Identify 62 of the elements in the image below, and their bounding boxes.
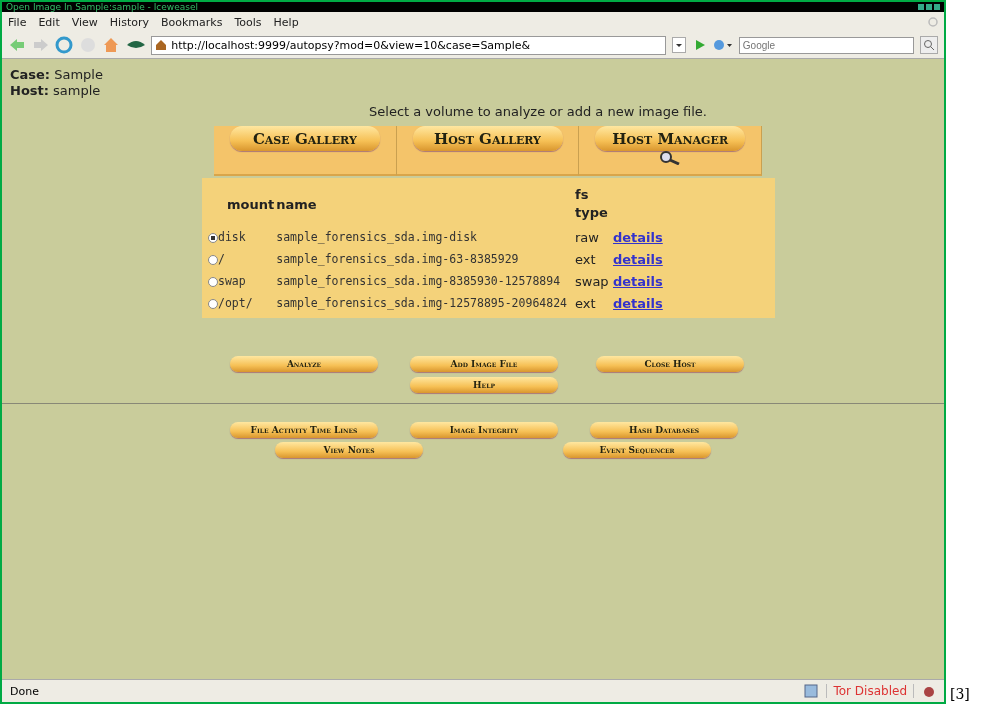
case-info: Case: Sample xyxy=(10,67,104,83)
table-cell-text: ext xyxy=(575,250,597,269)
table-cell-text: raw xyxy=(575,228,600,247)
column-header: name xyxy=(276,182,575,226)
search-field[interactable]: Google xyxy=(738,36,915,54)
radio-button[interactable] xyxy=(208,233,218,243)
details-link[interactable]: details xyxy=(609,295,663,311)
tor-status[interactable]: Tor Disabled xyxy=(826,684,914,698)
page-icon xyxy=(804,684,819,698)
menu-item[interactable]: Bookmarks xyxy=(161,15,223,29)
tool-button[interactable]: Event Sequencer xyxy=(563,442,711,458)
radio-button[interactable] xyxy=(208,255,218,265)
home-icon[interactable] xyxy=(102,36,120,54)
menu-item[interactable]: View xyxy=(71,15,98,29)
site-icon xyxy=(155,39,168,51)
table-cell-text: /opt/ xyxy=(218,295,254,312)
menu-item[interactable]: Tools xyxy=(234,15,262,29)
table-cell-text: ext xyxy=(575,294,597,313)
footnote-mark: [3] xyxy=(950,686,970,702)
action-button[interactable]: Add Image File xyxy=(410,356,558,372)
leaf-icon[interactable] xyxy=(125,39,146,51)
window-controls-icon[interactable] xyxy=(918,3,940,11)
table-cell: sample_forensics_sda.img-12578895-20964824 xyxy=(276,292,575,314)
menu-item[interactable]: Edit xyxy=(38,15,60,29)
table-cell-text: disk xyxy=(218,229,247,246)
back-icon[interactable] xyxy=(8,37,26,53)
table-cell: sample_forensics_sda.img-63-8385929 xyxy=(276,248,575,270)
table-cell-text: swap xyxy=(218,273,247,290)
details-link[interactable]: details xyxy=(609,251,663,267)
status-text: Done xyxy=(10,684,39,698)
tool-button[interactable]: View Notes xyxy=(275,442,423,458)
table-cell-text: / xyxy=(218,251,226,268)
instruction-text: Select a volume to analyze or add a new image file. xyxy=(368,104,708,119)
gallery-tab[interactable]: Host Manager xyxy=(595,126,746,151)
help-button[interactable]: Help xyxy=(410,377,558,393)
gallery-tab[interactable]: Case Gallery xyxy=(229,126,380,151)
table-cell: sample_forensics_sda.img-8385930-12578894 xyxy=(276,270,575,292)
address-field[interactable]: http://localhost:9999/autopsy?mod=0&view=10&case=Sample& xyxy=(151,35,667,55)
menu-item[interactable]: Help xyxy=(273,15,299,29)
reload-icon[interactable] xyxy=(55,36,73,54)
search-icon[interactable] xyxy=(920,36,938,54)
menu-item[interactable]: History xyxy=(109,15,149,29)
tool-button[interactable]: Image Integrity xyxy=(410,422,558,438)
tool-button[interactable]: Hash Databases xyxy=(590,422,738,438)
column-header: mount xyxy=(226,195,276,214)
radio-button[interactable] xyxy=(208,277,218,287)
throbber-icon xyxy=(928,17,938,27)
action-button[interactable]: Close Host xyxy=(596,356,744,372)
details-link[interactable]: details xyxy=(609,229,663,245)
table-cell-text: sample_forensics_sda.img-disk xyxy=(276,229,478,246)
action-button[interactable]: Analyze xyxy=(230,356,378,372)
search-engine-icon[interactable] xyxy=(713,39,733,51)
window-title: Open Image In Sample:sample - Iceweasel xyxy=(6,2,198,12)
gallery-tab[interactable]: Host Gallery xyxy=(412,126,563,151)
column-header: fs type xyxy=(575,186,609,222)
dropdown-icon[interactable] xyxy=(672,37,686,53)
tool-button[interactable]: File Activity Time Lines xyxy=(230,422,378,438)
radio-button[interactable] xyxy=(208,299,218,309)
host-info: Host: sample xyxy=(10,83,102,99)
table-cell-text: swap xyxy=(575,272,609,291)
menu-item[interactable]: File xyxy=(8,15,27,29)
details-link[interactable]: details xyxy=(609,273,663,289)
